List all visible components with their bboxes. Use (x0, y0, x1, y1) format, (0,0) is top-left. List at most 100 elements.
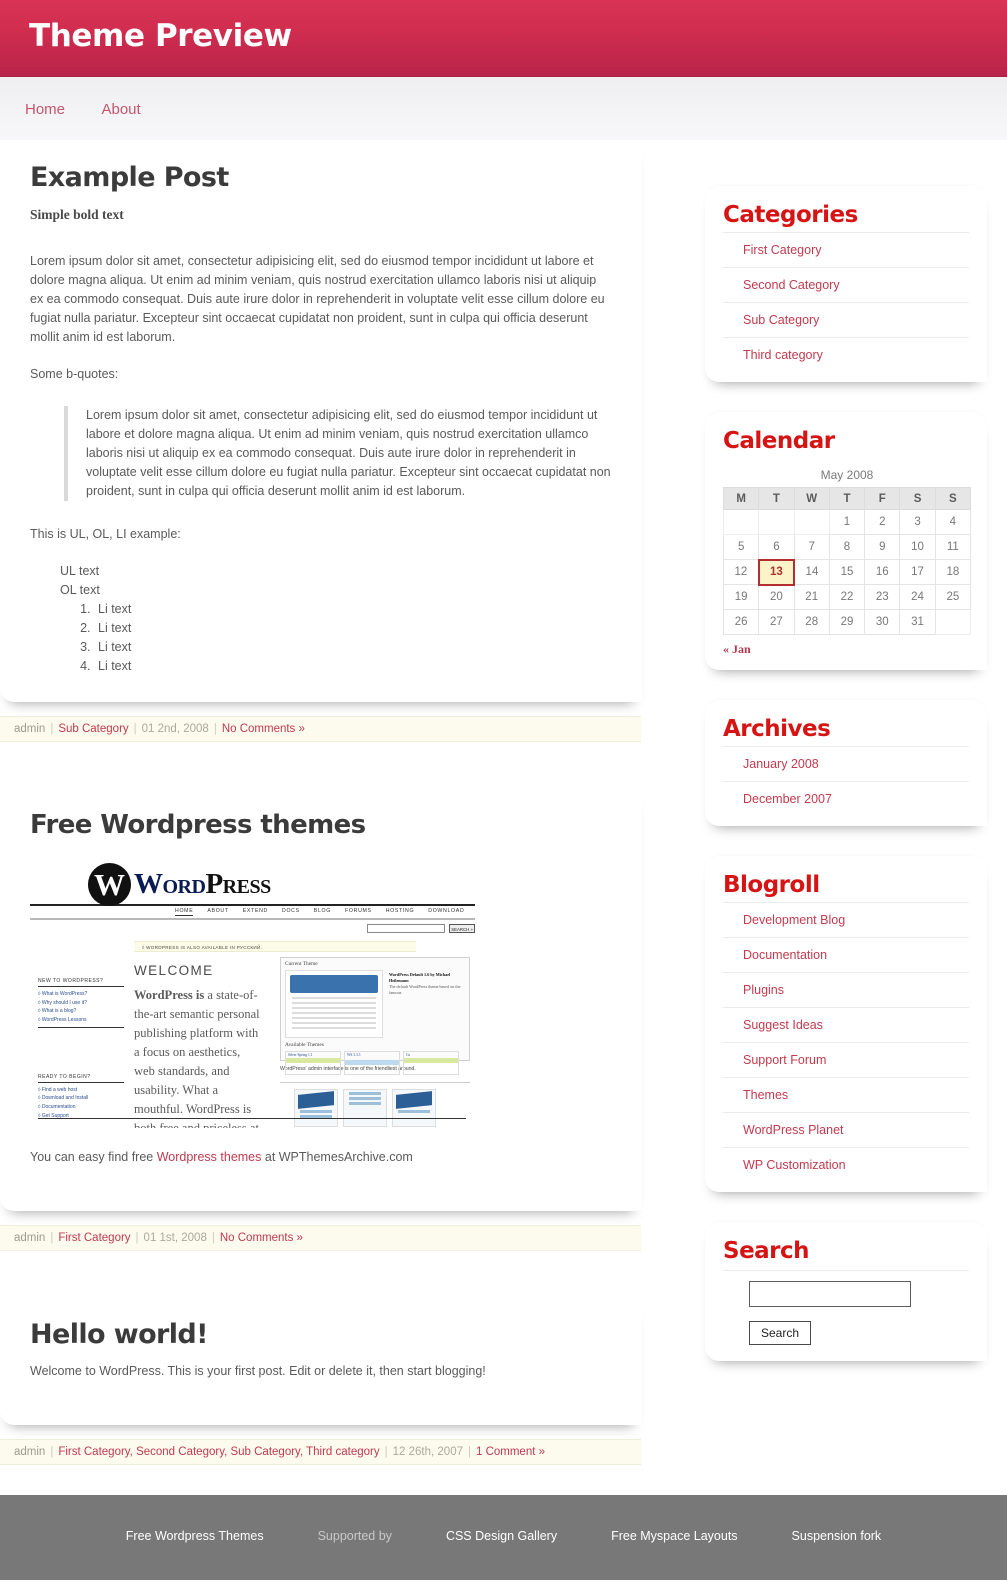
blogroll-link[interactable]: WordPress Planet (743, 1123, 844, 1137)
calendar-day: 26 (722, 609, 760, 635)
list-item[interactable]: Plugins (723, 972, 969, 1007)
wp-theme-tile: Cu (403, 1051, 459, 1075)
wordmark-press: Press (205, 868, 271, 900)
search-button[interactable]: Search (749, 1321, 812, 1345)
search-input[interactable] (749, 1281, 911, 1307)
calendar-day: 10 (899, 534, 936, 560)
nav-link-about[interactable]: About (101, 101, 140, 118)
list-item[interactable]: Suggest Ideas (723, 1007, 969, 1042)
meta-comments-link[interactable]: 1 Comment » (476, 1446, 545, 1458)
category-link[interactable]: Second Category (743, 278, 840, 292)
meta-category-link[interactable]: First Category (58, 1232, 130, 1244)
nav-item-home[interactable]: Home (25, 101, 65, 119)
footer-label-supported-by: Supported by (317, 1529, 392, 1543)
widget-blogroll: Blogroll Development Blog Documentation … (705, 856, 987, 1192)
nav-link-home[interactable]: Home (25, 101, 65, 118)
list-item[interactable]: Second Category (723, 267, 969, 302)
wp-card-label: Current Theme (285, 961, 318, 967)
nav-list: Home About (25, 101, 173, 119)
content-column: Example Post Simple bold text Lorem ipsu… (0, 140, 660, 1465)
blogroll-link[interactable]: Themes (743, 1088, 788, 1102)
widget-title: Categories (723, 202, 858, 228)
wp-left-divider (38, 1026, 124, 1028)
meta-comments-link[interactable]: No Comments » (222, 723, 305, 735)
wp-nav-item: DOWNLOAD (428, 908, 465, 914)
list-item[interactable]: WP Customization (723, 1147, 969, 1180)
meta-separator: | (384, 1446, 388, 1458)
widget-title: Calendar (723, 428, 835, 454)
list-item[interactable]: First Category (723, 232, 969, 267)
list-item[interactable]: Third category (723, 337, 969, 370)
wp-welcome-heading: WELCOME (134, 963, 214, 978)
wp-language-banner: ◊ WORDPRESS IS ALSO AVAILABLE IN РУССКИЙ… (134, 941, 416, 952)
calendar-day: 24 (899, 584, 936, 610)
calendar-table: May 2008 M T W T F S S 1 2 3 4 5 6 7 8 9… (722, 462, 972, 635)
nav-item-about[interactable]: About (101, 101, 140, 119)
list-item[interactable]: WordPress Planet (723, 1112, 969, 1147)
wordpress-screenshot-image: W WordPress HOME ABOUT EXTEND DOCS BLOG FORUM… (30, 860, 475, 1128)
calendar-day: 11 (934, 534, 972, 560)
post-hello-world: Hello world! Welcome to WordPress. This … (0, 1297, 642, 1425)
calendar-day: 18 (934, 559, 972, 585)
list-item[interactable]: December 2007 (723, 781, 969, 814)
post-title: Free Wordpress themes (30, 810, 366, 840)
calendar-day-header: F (864, 487, 901, 510)
wp-card-side-desc: The default WordPress theme based on the… (389, 984, 461, 995)
meta-comments-link[interactable]: No Comments » (220, 1232, 303, 1244)
calendar-day-header: W (793, 487, 830, 510)
blogroll-link[interactable]: Development Blog (743, 913, 845, 927)
calendar-day: 14 (793, 559, 830, 585)
footer-link-css-design-gallery[interactable]: CSS Design Gallery (446, 1529, 557, 1543)
list-item[interactable]: January 2008 (723, 746, 969, 781)
calendar-day: 17 (899, 559, 936, 585)
meta-separator: | (467, 1446, 471, 1458)
calendar-day: 20 (758, 584, 795, 610)
footer-link-suspension-fork[interactable]: Suspension fork (792, 1529, 882, 1543)
category-link[interactable]: First Category (743, 243, 822, 257)
meta-category-link[interactable]: Sub Category (58, 723, 128, 735)
blogroll-link[interactable]: Documentation (743, 948, 827, 962)
calendar-day: 2 (864, 509, 901, 535)
nested-unordered-list: OL text (60, 581, 612, 600)
calendar-day: 21 (793, 584, 830, 610)
list-item[interactable]: Documentation (723, 937, 969, 972)
wp-nav-item: ABOUT (207, 908, 229, 914)
calendar-prev-link[interactable]: « Jan (723, 642, 751, 656)
wp-tile-line (349, 1101, 381, 1105)
wp-divider (30, 918, 475, 920)
post-spacer (0, 742, 660, 788)
categories-list: First Category Second Category Sub Categ… (723, 232, 969, 370)
archive-link[interactable]: December 2007 (743, 792, 832, 806)
list-item[interactable]: Support Forum (723, 1042, 969, 1077)
wp-thumb-line (292, 1007, 376, 1009)
wp-thumb-line (292, 1012, 376, 1014)
list-item[interactable]: Sub Category (723, 302, 969, 337)
wp-bottom-tile (392, 1088, 436, 1127)
list-item[interactable]: Themes (723, 1077, 969, 1112)
calendar-caption: May 2008 (820, 468, 874, 482)
widget-title: Archives (723, 716, 831, 742)
blogroll-link[interactable]: WP Customization (743, 1158, 846, 1172)
ul-item: UL text (60, 564, 100, 578)
calendar-day-header: T (828, 487, 866, 510)
blogroll-link[interactable]: Suggest Ideas (743, 1018, 823, 1032)
archive-link[interactable]: January 2008 (743, 757, 819, 771)
footer-link-free-wordpress-themes[interactable]: Free Wordpress Themes (126, 1529, 264, 1543)
meta-category-link[interactable]: First Category, Second Category, Sub Cat… (58, 1446, 379, 1458)
category-link[interactable]: Sub Category (743, 313, 819, 327)
footer-link-free-myspace-layouts[interactable]: Free Myspace Layouts (611, 1529, 737, 1543)
calendar-day-today[interactable]: 13 (757, 558, 796, 586)
post-blockquote: Lorem ipsum dolor sit amet, consectetur … (64, 406, 612, 501)
category-link[interactable]: Third category (743, 348, 823, 362)
wp-nav-item: EXTEND (242, 908, 268, 914)
list-item[interactable]: Development Blog (723, 902, 969, 937)
wordmark-word: Word (134, 868, 206, 900)
wp-tile-shape (298, 1090, 334, 1109)
post-caption: You can easy find free Wordpress themes … (30, 1148, 612, 1167)
calendar-nav: « Jan (723, 635, 969, 658)
caption-link[interactable]: Wordpress themes (157, 1150, 262, 1164)
blogroll-link[interactable]: Plugins (743, 983, 784, 997)
blogroll-link[interactable]: Support Forum (743, 1053, 826, 1067)
widget-archives: Archives January 2008 December 2007 (705, 700, 987, 826)
wp-thumb-line (292, 1022, 376, 1024)
